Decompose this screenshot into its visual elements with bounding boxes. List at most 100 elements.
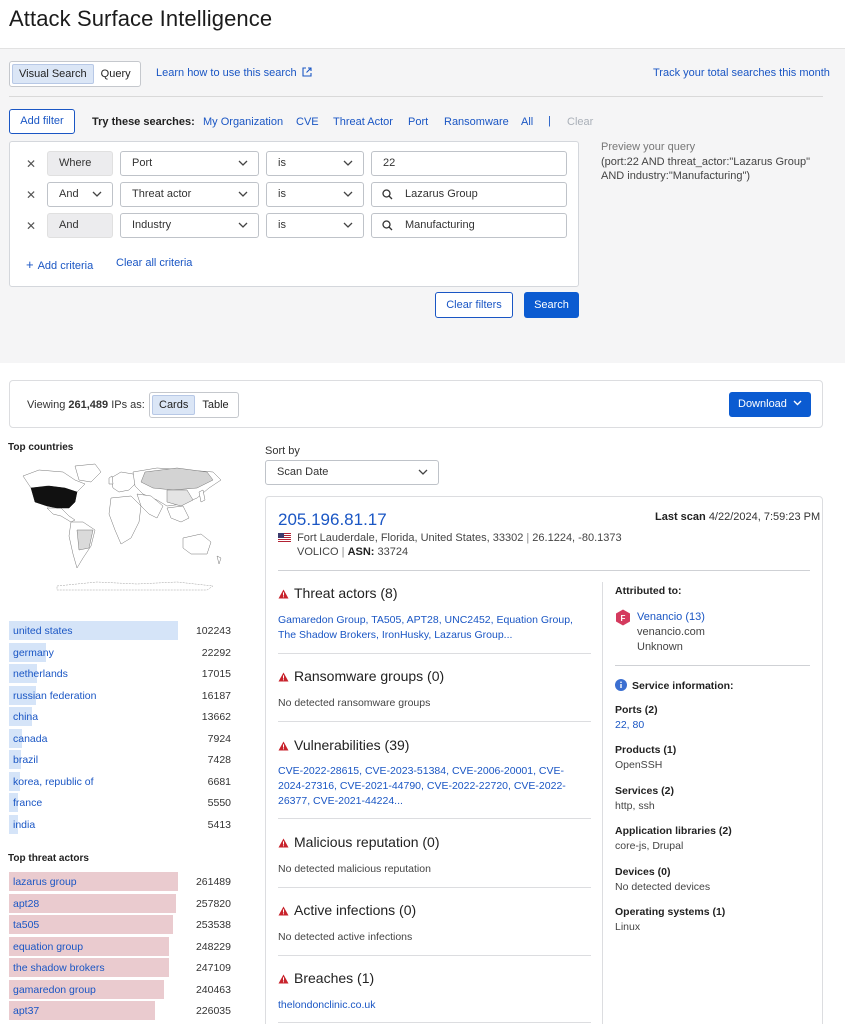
table-view-tab[interactable]: Table [195,395,235,415]
country-row[interactable]: france 5550 [9,793,234,812]
criterion-connector-select[interactable]: And [47,182,113,207]
asn-label: ASN: [347,546,375,558]
service-item-value[interactable]: 22, 80 [615,719,644,731]
add-filter-button[interactable]: Add filter [9,109,75,134]
remove-criterion-icon[interactable]: ✕ [26,219,36,233]
download-button[interactable]: Download [729,392,811,417]
clear-filters-button[interactable]: Clear filters [435,292,513,318]
viewing-count: Viewing 261,489 IPs as: [27,399,145,411]
country-label[interactable]: china [13,711,38,723]
country-label[interactable]: netherlands [13,668,68,680]
service-item-value: No detected devices [615,881,711,893]
suggestion-my-organization[interactable]: My Organization [203,116,283,128]
threat-actor-label[interactable]: equation group [13,941,83,953]
country-row[interactable]: china 13662 [9,707,234,726]
country-row[interactable]: netherlands 17015 [9,664,234,683]
ip-address-link[interactable]: 205.196.81.17 [278,510,387,530]
criterion-field-select[interactable]: Port [120,151,259,176]
threat-actor-label[interactable]: ta505 [13,919,39,931]
criterion-field-select[interactable]: Industry [120,213,259,238]
warning-icon [278,741,289,751]
threat-actor-label[interactable]: apt28 [13,898,39,910]
country-row[interactable]: brazil 7428 [9,750,234,769]
country-label[interactable]: russian federation [13,690,96,702]
threat-actor-label[interactable]: apt37 [13,1005,39,1017]
query-tab[interactable]: Query [94,64,138,84]
threat-actor-label[interactable]: lazarus group [13,876,77,888]
country-row[interactable]: india 5413 [9,814,234,834]
chevron-down-icon [343,183,353,198]
criterion-operator-select[interactable]: is [266,213,364,238]
country-row[interactable]: russian federation 16187 [9,685,234,705]
suggestion-threat-actor[interactable]: Threat Actor [333,116,393,128]
country-label[interactable]: korea, republic of [13,776,94,788]
section-divider [278,1022,591,1023]
learn-link[interactable]: Learn how to use this search [156,67,312,79]
vulnerabilities-list[interactable]: CVE-2022-28615, CVE-2023-51384, CVE-2006… [278,764,583,809]
active-infections-text: No detected active infections [278,931,413,943]
criterion-connector: Where [47,151,113,176]
threat-actor-count: 240463 [195,983,231,996]
country-label[interactable]: germany [13,647,54,659]
suggestion-port[interactable]: Port [408,116,428,128]
view-toggle: Cards Table [149,392,239,418]
threat-actor-row[interactable]: lazarus group 261489 [9,872,234,891]
threat-actor-count: 226035 [195,1005,231,1017]
criterion-value-input[interactable]: 22 [371,151,567,176]
criterion-operator-select[interactable]: is [266,151,364,176]
threat-actor-label[interactable]: gamaredon group [13,984,96,996]
country-label[interactable]: france [13,797,42,809]
suggestion-cve[interactable]: CVE [296,116,319,128]
remove-criterion-icon[interactable]: ✕ [26,188,36,202]
criterion-field-select[interactable]: Threat actor [120,182,259,207]
clear-suggestion-button[interactable]: Clear [567,116,593,128]
attributed-title: Attributed to: [615,585,682,597]
visual-search-tab[interactable]: Visual Search [12,64,94,84]
plus-icon: + [26,257,34,272]
country-row[interactable]: united states 102243 [9,621,234,640]
criterion-value-input[interactable]: Manufacturing [371,213,567,238]
suggestion-separator: | [548,115,551,127]
search-button[interactable]: Search [524,292,579,318]
country-count: 102243 [195,625,231,637]
attributed-org-link[interactable]: Venancio (13) [637,611,705,623]
external-link-icon [302,67,312,77]
threat-actor-row[interactable]: ta505 253538 [9,915,234,934]
country-label[interactable]: canada [13,733,47,745]
sort-select[interactable]: Scan Date [265,460,439,485]
location-line: Fort Lauderdale, Florida, United States,… [278,532,622,544]
threat-actor-label[interactable]: the shadow brokers [13,962,105,974]
country-label[interactable]: india [13,819,35,831]
country-label[interactable]: brazil [13,754,38,766]
track-searches-link[interactable]: Track your total searches this month [653,67,830,79]
service-item-label: Devices (0) [615,866,671,878]
service-item-value: Linux [615,921,641,933]
remove-criterion-icon[interactable]: ✕ [26,157,36,171]
country-count: 6681 [207,775,231,788]
threat-actor-count: 261489 [195,876,231,888]
threat-actor-row[interactable]: apt28 257820 [9,893,234,913]
threat-actor-row[interactable]: apt37 226035 [9,1001,234,1020]
cards-view-tab[interactable]: Cards [152,395,196,415]
threat-actor-row[interactable]: gamaredon group 240463 [9,979,234,999]
section-divider [278,955,591,956]
suggestion-all[interactable]: All [521,116,533,128]
clear-all-criteria-link[interactable]: Clear all criteria [116,257,192,269]
add-criteria-link[interactable]: + Add criteria [26,257,93,272]
threat-actor-row[interactable]: the shadow brokers 247109 [9,958,234,977]
country-row[interactable]: canada 7924 [9,728,234,748]
viewing-suffix: IPs as: [111,399,145,411]
country-label[interactable]: united states [13,625,73,637]
threat-actor-row[interactable]: equation group 248229 [9,936,234,956]
download-label: Download [738,398,787,410]
chevron-down-icon [238,183,248,198]
breaches-list[interactable]: thelondonclinic.co.uk [278,998,583,1013]
criterion-value-input[interactable]: Lazarus Group [371,182,567,207]
suggestion-ransomware[interactable]: Ransomware [444,116,509,128]
country-row[interactable]: korea, republic of 6681 [9,771,234,791]
threat-actors-list[interactable]: Gamaredon Group, TA505, APT28, UNC2452, … [278,613,583,643]
country-row[interactable]: germany 22292 [9,642,234,662]
criterion-value-text: Manufacturing [405,219,475,231]
criterion-operator-select[interactable]: is [266,182,364,207]
last-scan: Last scan 4/22/2024, 7:59:23 PM [655,511,820,523]
